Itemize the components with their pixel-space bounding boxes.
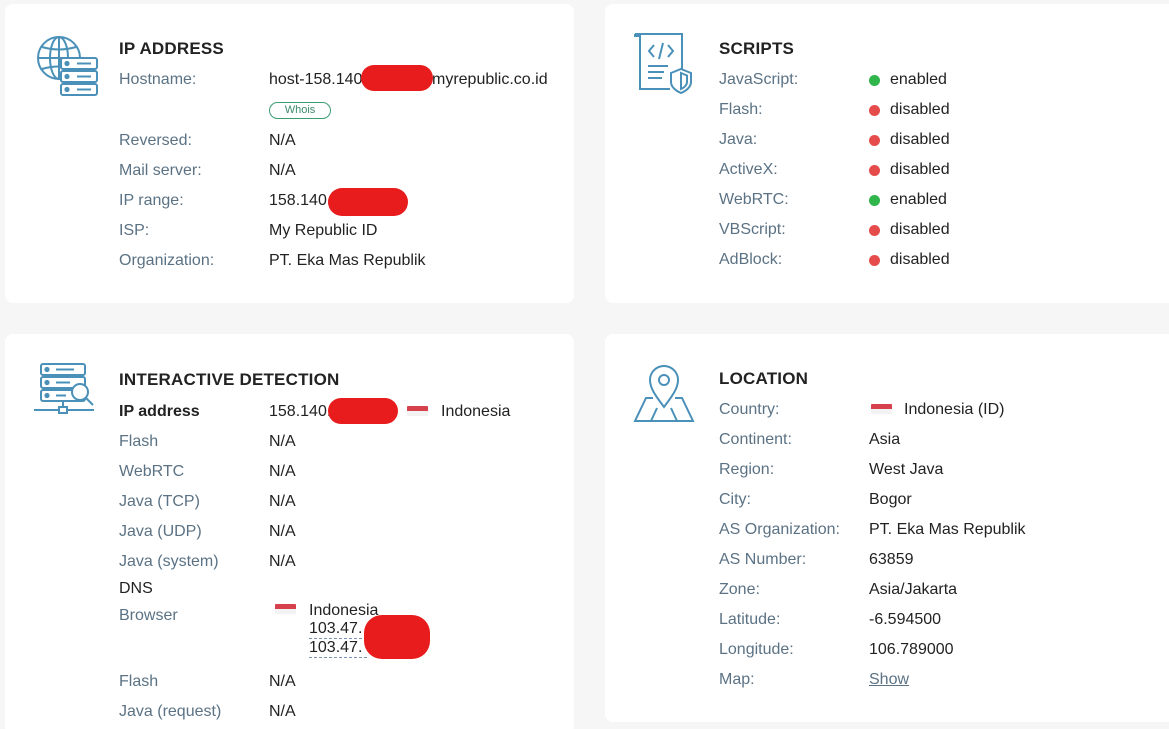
continent-value: Asia <box>869 431 901 448</box>
browser-ip-2: 103.47. <box>309 639 367 658</box>
globe-server-icon <box>37 36 98 96</box>
ip-range-label: IP range: <box>119 192 184 209</box>
region-label: Region: <box>719 461 775 478</box>
zone-label: Zone: <box>719 581 760 598</box>
indonesia-flag-icon <box>275 604 296 614</box>
script-label: ActiveX: <box>719 161 778 178</box>
as-organization-value: PT. Eka Mas Republik <box>869 521 1026 538</box>
latitude-value: -6.594500 <box>869 611 942 628</box>
redaction-detection-ip <box>328 398 398 424</box>
java-system-label: Java (system) <box>119 553 219 570</box>
script-status: enabled <box>890 191 947 208</box>
longitude-label: Longitude: <box>719 641 794 658</box>
server-search-icon <box>34 363 94 414</box>
disabled-status-dot <box>869 255 880 266</box>
hostname-prefix: host-158.140 <box>269 71 363 88</box>
hostname-suffix: myrepublic.co.id <box>432 71 548 88</box>
java-tcp-label: Java (TCP) <box>119 493 200 510</box>
script-status: disabled <box>890 161 950 178</box>
enabled-status-dot <box>869 75 880 86</box>
java-udp-value: N/A <box>269 523 296 540</box>
java-request-value: N/A <box>269 703 296 720</box>
city-label: City: <box>719 491 751 508</box>
detection-card-title: INTERACTIVE DETECTION <box>119 370 340 389</box>
webrtc-value: N/A <box>269 463 296 480</box>
script-status: enabled <box>890 71 947 88</box>
browser-ip-1: 103.47. <box>309 620 367 639</box>
browser-label: Browser <box>119 607 178 624</box>
enabled-status-dot <box>869 195 880 206</box>
script-label: Java: <box>719 131 758 148</box>
reversed-label: Reversed: <box>119 132 192 149</box>
country-value: Indonesia (ID) <box>904 401 1005 418</box>
script-status: disabled <box>890 131 950 148</box>
country-label: Country: <box>719 401 780 418</box>
isp-label: ISP: <box>119 222 150 239</box>
dns-label: DNS <box>119 580 153 597</box>
java-system-value: N/A <box>269 553 296 570</box>
indonesia-flag-icon <box>407 406 428 416</box>
script-status: disabled <box>890 251 950 268</box>
redaction-browser-ip <box>364 615 430 659</box>
scripts-card-title: SCRIPTS <box>719 39 795 58</box>
map-pin-icon <box>633 365 695 422</box>
redaction-hostname <box>361 65 433 91</box>
script-label: Flash: <box>719 101 763 118</box>
ip-range-prefix: 158.140. <box>269 192 332 209</box>
zone-value: Asia/Jakarta <box>869 581 958 598</box>
as-number-label: AS Number: <box>719 551 807 568</box>
reversed-value: N/A <box>269 132 296 149</box>
java-udp-label: Java (UDP) <box>119 523 202 540</box>
code-document-shield-icon <box>634 33 692 95</box>
java-tcp-value: N/A <box>269 493 296 510</box>
browser-country: Indonesia <box>309 602 379 619</box>
as-organization-label: AS Organization: <box>719 521 840 538</box>
script-label: AdBlock: <box>719 251 783 268</box>
flash-label: Flash <box>119 433 159 450</box>
whois-button[interactable]: Whois <box>269 102 331 119</box>
interactive-detection-card: INTERACTIVE DETECTION IP address 158.140… <box>5 334 574 729</box>
longitude-value: 106.789000 <box>869 641 954 658</box>
mail-server-value: N/A <box>269 162 296 179</box>
location-card-title: LOCATION <box>719 369 809 388</box>
ip-card-title: IP ADDRESS <box>119 39 224 58</box>
disabled-status-dot <box>869 225 880 236</box>
location-card: LOCATION Country: Indonesia (ID) Contine… <box>605 334 1169 722</box>
disabled-status-dot <box>869 105 880 116</box>
continent-label: Continent: <box>719 431 792 448</box>
scripts-card: SCRIPTS JavaScript: enabled Flash: disabled… <box>605 4 1169 303</box>
script-label: WebRTC: <box>719 191 789 208</box>
isp-value: My Republic ID <box>269 222 378 239</box>
city-value: Bogor <box>869 491 912 508</box>
script-status: disabled <box>890 221 950 238</box>
dns-flash-label: Flash <box>119 673 159 690</box>
script-status: disabled <box>890 101 950 118</box>
map-label: Map: <box>719 671 755 688</box>
indonesia-flag-icon <box>871 404 892 414</box>
detection-ip-label: IP address <box>119 403 200 420</box>
disabled-status-dot <box>869 165 880 176</box>
redaction-ip-range <box>328 188 408 216</box>
mail-server-label: Mail server: <box>119 162 202 179</box>
map-show-link[interactable]: Show <box>869 671 909 689</box>
organization-value: PT. Eka Mas Republik <box>269 252 426 269</box>
region-value: West Java <box>869 461 944 478</box>
script-label: JavaScript: <box>719 71 799 88</box>
detection-ip-prefix: 158.140. <box>269 403 332 420</box>
java-request-label: Java (request) <box>119 703 222 720</box>
webrtc-label: WebRTC <box>119 463 185 480</box>
disabled-status-dot <box>869 135 880 146</box>
detection-ip-country: Indonesia <box>441 403 511 420</box>
organization-label: Organization: <box>119 252 215 269</box>
latitude-label: Latitude: <box>719 611 781 628</box>
ip-address-card: IP ADDRESS Hostname: host-158.140 myrepu… <box>5 4 574 303</box>
dns-flash-value: N/A <box>269 673 296 690</box>
flash-value: N/A <box>269 433 296 450</box>
hostname-label: Hostname: <box>119 71 197 88</box>
script-label: VBScript: <box>719 221 786 238</box>
as-number-value: 63859 <box>869 551 914 568</box>
